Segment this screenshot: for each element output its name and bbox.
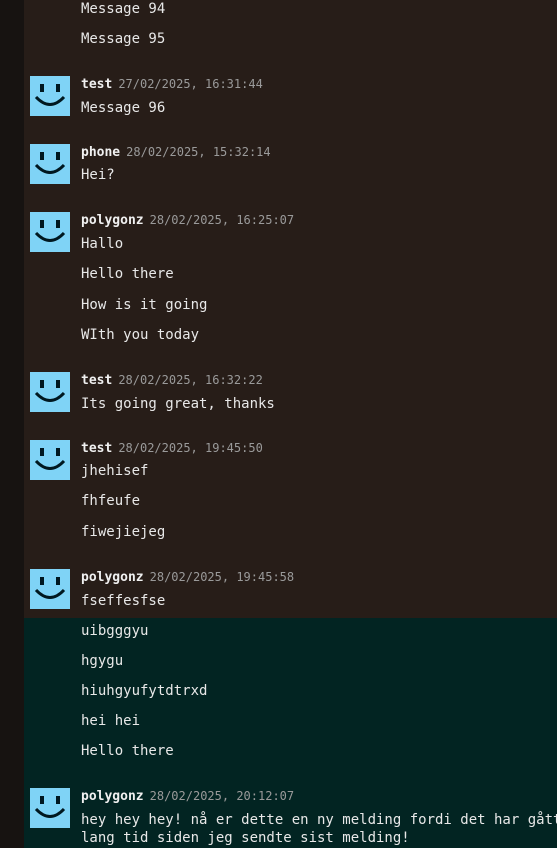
author-name[interactable]: test bbox=[81, 441, 112, 456]
message-text: uibgggyu bbox=[81, 623, 149, 639]
author-name[interactable]: polygonz bbox=[81, 213, 144, 228]
message-text: hey hey hey! nå er dette en ny melding f… bbox=[81, 812, 557, 846]
message-header: test 27/02/2025, 16:31:44 bbox=[81, 76, 263, 93]
message-text: fseffesfse bbox=[81, 593, 166, 609]
message-header: phone 28/02/2025, 15:32:14 bbox=[81, 144, 271, 161]
message-text: hei hei bbox=[81, 713, 141, 729]
message-header: test 28/02/2025, 16:32:22 bbox=[81, 372, 263, 389]
timestamp: 28/02/2025, 19:45:50 bbox=[118, 441, 263, 455]
avatar-smiley-icon[interactable] bbox=[30, 76, 70, 116]
timestamp: 28/02/2025, 19:45:58 bbox=[149, 570, 295, 584]
message-text: fiwejiejeg bbox=[81, 524, 166, 540]
message-text: Hello there bbox=[81, 266, 174, 282]
author-name[interactable]: test bbox=[81, 373, 112, 388]
message-header: polygonz 28/02/2025, 20:12:07 bbox=[81, 788, 294, 805]
message-text: jhehisef bbox=[81, 463, 149, 479]
timestamp: 28/02/2025, 16:32:22 bbox=[118, 373, 263, 387]
avatar-smiley-icon[interactable] bbox=[30, 144, 70, 184]
message-text: Hallo bbox=[81, 236, 124, 252]
left-divider bbox=[0, 0, 24, 848]
message-header: polygonz 28/02/2025, 19:45:58 bbox=[81, 569, 294, 586]
message-text: How is it going bbox=[81, 297, 208, 313]
message-text: fhfeufe bbox=[81, 493, 141, 509]
message-text: Hello there bbox=[81, 743, 174, 759]
message-text: Its going great, thanks bbox=[81, 396, 275, 412]
author-name[interactable]: test bbox=[81, 77, 112, 92]
avatar-smiley-icon[interactable] bbox=[30, 440, 70, 480]
author-name[interactable]: polygonz bbox=[81, 570, 144, 585]
message-text: Hei? bbox=[81, 167, 115, 183]
message-text: Message 95 bbox=[81, 31, 166, 47]
avatar-smiley-icon[interactable] bbox=[30, 788, 70, 828]
avatar-smiley-icon[interactable] bbox=[30, 372, 70, 412]
message-header: test 28/02/2025, 19:45:50 bbox=[81, 440, 263, 457]
message-text: WIth you today bbox=[81, 327, 200, 343]
avatar-smiley-icon[interactable] bbox=[30, 569, 70, 609]
timestamp: 28/02/2025, 16:25:07 bbox=[149, 213, 295, 227]
message-text: Message 96 bbox=[81, 100, 166, 116]
message-header: polygonz 28/02/2025, 16:25:07 bbox=[81, 212, 294, 229]
message-text: hgygu bbox=[81, 653, 124, 669]
avatar-smiley-icon[interactable] bbox=[30, 212, 70, 252]
author-name[interactable]: phone bbox=[81, 145, 120, 160]
author-name[interactable]: polygonz bbox=[81, 789, 144, 804]
timestamp: 27/02/2025, 16:31:44 bbox=[118, 77, 263, 91]
timestamp: 28/02/2025, 20:12:07 bbox=[149, 789, 295, 803]
timestamp: 28/02/2025, 15:32:14 bbox=[126, 145, 271, 159]
message-text: Message 94 bbox=[81, 1, 166, 17]
message-text: hiuhgyufytdtrxd bbox=[81, 683, 208, 699]
